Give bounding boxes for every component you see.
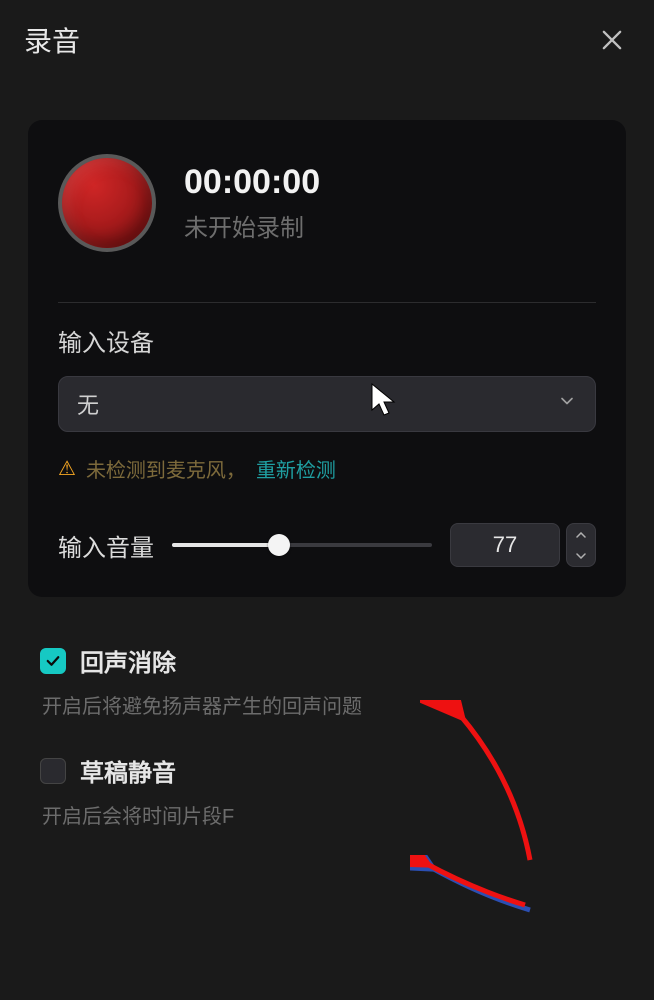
volume-stepper	[566, 523, 596, 567]
options-section: 回声消除 开启后将避免扬声器产生的回声问题 草稿静音 开启后会将时间片段F	[0, 617, 654, 873]
input-volume-field[interactable]	[450, 523, 560, 567]
mute-draft-option: 草稿静音 开启后会将时间片段F	[40, 753, 614, 829]
echo-cancel-option: 回声消除 开启后将避免扬声器产生的回声问题	[40, 643, 614, 719]
mic-warning-row: ⚠ 未检测到麦克风， 重新检测	[58, 454, 596, 483]
mute-draft-title: 草稿静音	[80, 753, 176, 788]
input-volume-label: 输入音量	[58, 528, 154, 563]
input-device-select[interactable]: 无	[58, 376, 596, 432]
mute-draft-desc: 开启后会将时间片段F	[42, 800, 614, 829]
input-volume-row: 输入音量	[58, 523, 596, 567]
input-device-label: 输入设备	[58, 323, 596, 358]
record-timer: 00:00:00	[184, 163, 320, 202]
chevron-up-icon	[576, 532, 586, 538]
input-device-selected-value: 无	[77, 388, 99, 420]
slider-fill	[172, 543, 279, 547]
check-icon	[44, 652, 62, 670]
mute-draft-checkbox[interactable]	[40, 758, 66, 784]
echo-cancel-checkbox[interactable]	[40, 648, 66, 674]
record-row: 00:00:00 未开始录制	[58, 154, 596, 252]
recorder-panel: 00:00:00 未开始录制 输入设备 无 ⚠ 未检测到麦克风， 重新检测 输入…	[28, 120, 626, 597]
volume-step-up[interactable]	[567, 524, 595, 545]
dialog-header: 录音	[0, 0, 654, 80]
volume-input-group	[450, 523, 596, 567]
chevron-down-icon	[576, 553, 586, 559]
slider-thumb	[268, 534, 290, 556]
chevron-down-icon	[557, 391, 577, 417]
record-button[interactable]	[58, 154, 156, 252]
warning-icon: ⚠	[58, 456, 76, 481]
close-icon	[598, 26, 626, 54]
echo-cancel-title: 回声消除	[80, 643, 176, 678]
mic-warning-text: 未检测到麦克风，	[86, 454, 246, 483]
input-volume-slider[interactable]	[172, 535, 432, 555]
retry-detect-link[interactable]: 重新检测	[256, 454, 336, 483]
close-button[interactable]	[594, 22, 630, 58]
dialog-title: 录音	[24, 20, 80, 60]
record-status-text: 未开始录制	[184, 208, 320, 243]
echo-cancel-desc: 开启后将避免扬声器产生的回声问题	[42, 690, 614, 719]
divider	[58, 302, 596, 303]
record-status-block: 00:00:00 未开始录制	[184, 163, 320, 243]
volume-step-down[interactable]	[567, 545, 595, 566]
